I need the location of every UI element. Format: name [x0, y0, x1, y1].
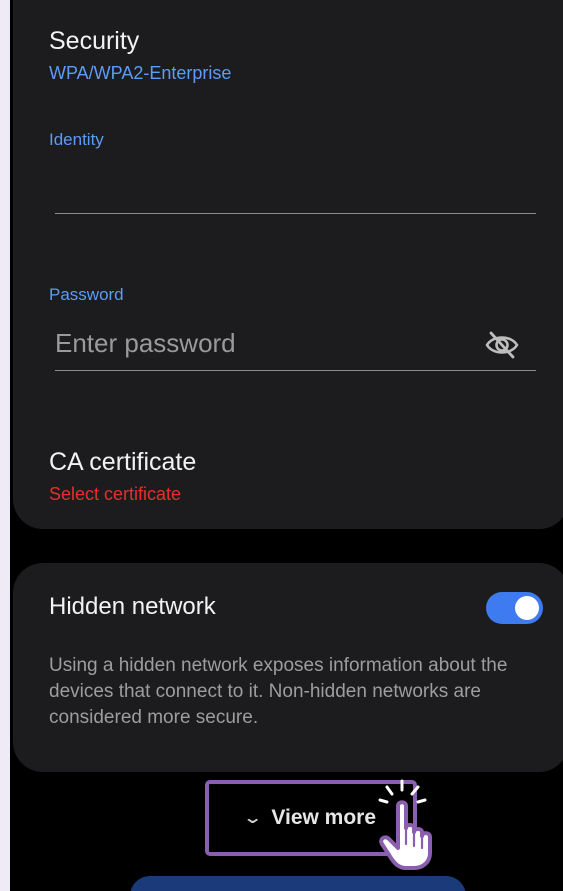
hidden-network-description: Using a hidden network exposes informati…	[49, 655, 508, 728]
chevron-down-icon: ⌄	[242, 810, 263, 827]
ca-certificate-value[interactable]: Select certificate	[49, 484, 181, 505]
password-input[interactable]: Enter password	[55, 328, 236, 359]
pointer-hand-icon	[376, 776, 438, 875]
password-underline	[55, 370, 536, 371]
password-label: Password	[49, 285, 124, 304]
security-value[interactable]: WPA/WPA2-Enterprise	[49, 63, 231, 84]
save-button[interactable]	[130, 876, 466, 891]
ca-certificate-title[interactable]: CA certificate	[49, 448, 196, 477]
identity-input[interactable]	[55, 170, 536, 212]
screen: Security WPA/WPA2-Enterprise Identity Pa…	[10, 0, 563, 891]
identity-underline	[55, 213, 536, 214]
toggle-knob	[515, 596, 539, 620]
identity-label: Identity	[49, 130, 104, 149]
hidden-network-toggle[interactable]	[486, 592, 543, 624]
view-more-label: View more	[271, 806, 377, 829]
visibility-off-icon[interactable]	[484, 330, 520, 365]
security-title[interactable]: Security	[49, 27, 139, 56]
hidden-network-title[interactable]: Hidden network	[49, 593, 216, 621]
